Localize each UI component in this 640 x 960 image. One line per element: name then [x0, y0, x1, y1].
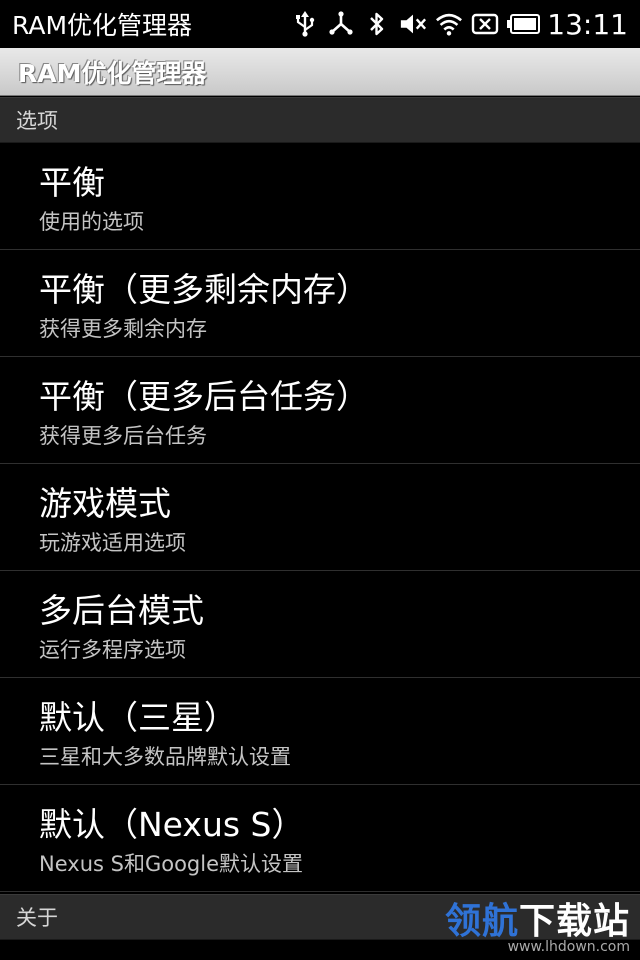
status-app-name: RAM优化管理器	[12, 11, 193, 40]
option-title: 平衡（更多剩余内存）	[39, 270, 369, 309]
category-options-header: 选项	[0, 97, 640, 143]
watermark-url: www.lhdown.com	[507, 939, 630, 955]
status-time: 13:11	[547, 7, 628, 41]
usb-icon	[291, 10, 319, 38]
option-title: 游戏模式	[39, 484, 171, 523]
status-bar: RAM优化管理器 13:11	[0, 0, 640, 48]
options-list: 平衡 使用的选项 平衡（更多剩余内存） 获得更多剩余内存 平衡（更多后台任务） …	[0, 143, 640, 892]
watermark-text: 领航下载站	[444, 901, 630, 942]
option-balanced[interactable]: 平衡 使用的选项	[0, 143, 640, 250]
option-summary: 玩游戏适用选项	[39, 531, 186, 555]
option-balanced-more-free-memory[interactable]: 平衡（更多剩余内存） 获得更多剩余内存	[0, 250, 640, 357]
option-title: 默认（Nexus S）	[39, 805, 305, 844]
option-title: 多后台模式	[39, 591, 204, 630]
volume-mute-icon	[399, 10, 427, 38]
option-default-nexus-s[interactable]: 默认（Nexus S） Nexus S和Google默认设置	[0, 785, 640, 892]
wifi-icon	[435, 10, 463, 38]
option-summary: Nexus S和Google默认设置	[39, 852, 303, 876]
category-about-label: 关于	[16, 906, 58, 930]
no-sim-icon	[471, 10, 499, 38]
category-options-label: 选项	[16, 109, 58, 133]
status-icons	[291, 10, 541, 38]
title-bar: RAM优化管理器	[0, 48, 640, 96]
watermark-logo: 领航下载站 www.lhdown.com	[444, 901, 630, 955]
option-summary: 运行多程序选项	[39, 638, 186, 662]
option-title: 平衡	[39, 163, 105, 202]
option-summary: 获得更多后台任务	[39, 424, 207, 448]
option-title: 平衡（更多后台任务）	[39, 377, 369, 416]
option-default-samsung[interactable]: 默认（三星） 三星和大多数品牌默认设置	[0, 678, 640, 785]
option-summary: 获得更多剩余内存	[39, 317, 207, 341]
option-summary: 三星和大多数品牌默认设置	[39, 745, 291, 769]
battery-icon	[507, 10, 541, 38]
option-multi-background-mode[interactable]: 多后台模式 运行多程序选项	[0, 571, 640, 678]
option-game-mode[interactable]: 游戏模式 玩游戏适用选项	[0, 464, 640, 571]
option-balanced-more-background-tasks[interactable]: 平衡（更多后台任务） 获得更多后台任务	[0, 357, 640, 464]
bluetooth-icon	[363, 10, 391, 38]
app-title: RAM优化管理器	[18, 58, 207, 88]
option-title: 默认（三星）	[39, 698, 237, 737]
option-summary: 使用的选项	[39, 210, 144, 234]
usb-debug-icon	[327, 10, 355, 38]
